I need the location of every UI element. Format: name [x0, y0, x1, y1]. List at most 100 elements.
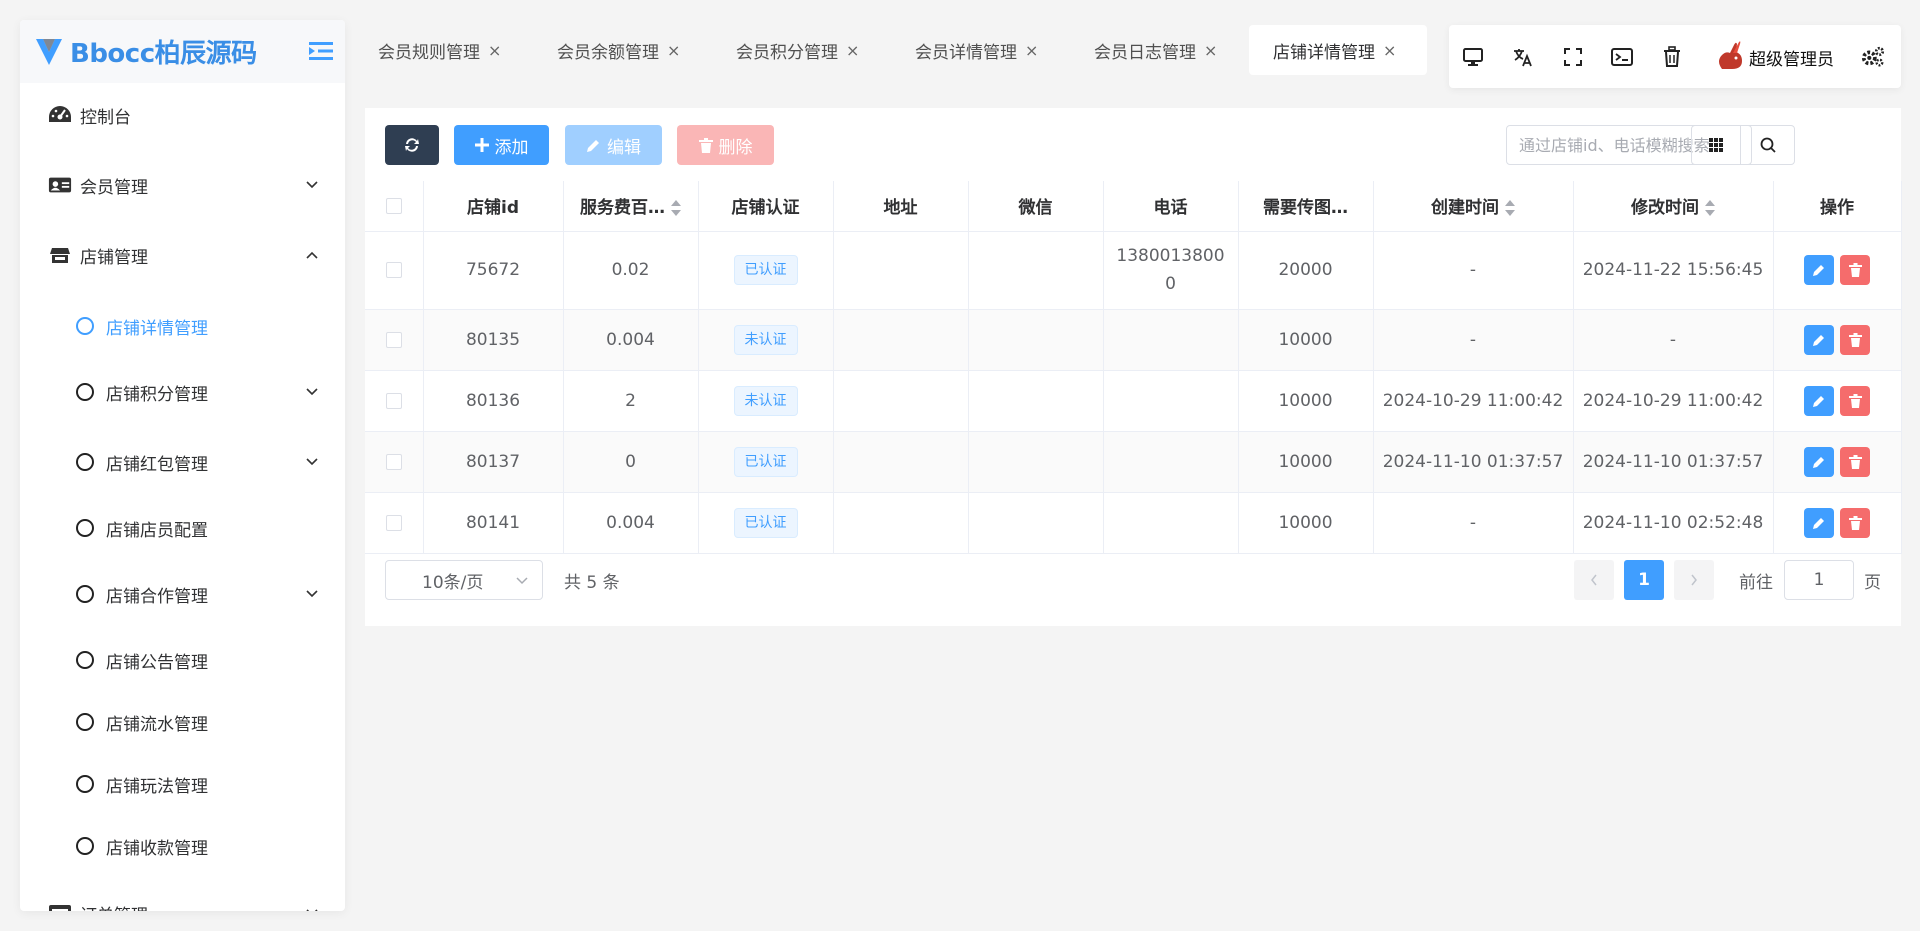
close-icon[interactable]: × — [1204, 41, 1217, 60]
delete-button[interactable]: 删除 — [677, 125, 774, 165]
tab-store-detail[interactable]: 店铺详情管理 × — [1249, 25, 1427, 75]
sort-icon[interactable] — [1505, 200, 1515, 217]
sidebar-subitem-label: 店铺红包管理 — [106, 454, 208, 475]
table-row[interactable]: 80137 0 已认证 10000 2024-11-10 01:37:57 20… — [365, 431, 1902, 493]
sidebar-item-store[interactable]: 店铺管理 — [20, 228, 345, 282]
cell-address — [833, 492, 969, 554]
sidebar-subitem-store-partner[interactable]: 店铺合作管理 — [20, 569, 345, 619]
close-icon[interactable]: × — [1383, 41, 1396, 60]
sidebar-item-label: 控制台 — [80, 107, 131, 128]
row-delete-button[interactable] — [1840, 255, 1870, 285]
table-row[interactable]: 80136 2 未认证 10000 2024-10-29 11:00:42 20… — [365, 370, 1902, 432]
tab-member-detail[interactable]: 会员详情管理 × — [891, 25, 1070, 75]
close-icon[interactable]: × — [667, 41, 680, 60]
row-checkbox[interactable] — [385, 262, 402, 278]
menu-collapse-icon[interactable] — [309, 40, 333, 62]
sidebar-subitem-store-detail[interactable]: 店铺详情管理 — [20, 301, 345, 351]
sidebar-item-order[interactable]: 订单管理 — [20, 886, 345, 911]
translate-icon[interactable] — [1511, 45, 1535, 69]
cell-store-id: 75672 — [423, 231, 564, 310]
cell-phone — [1103, 492, 1239, 554]
sidebar-subitem-store-play[interactable]: 店铺玩法管理 — [20, 759, 345, 809]
sort-icon[interactable] — [671, 200, 681, 217]
tab-label: 店铺详情管理 — [1273, 42, 1375, 63]
total-count: 共 5 条 — [564, 573, 620, 593]
close-icon[interactable]: × — [1025, 41, 1038, 60]
page-number-button[interactable]: 1 — [1624, 560, 1664, 600]
row-edit-button[interactable] — [1804, 446, 1834, 477]
edit-button[interactable]: 编辑 — [565, 125, 662, 165]
sidebar-subitem-store-payment[interactable]: 店铺收款管理 — [20, 821, 345, 871]
avatar[interactable] — [1712, 39, 1746, 73]
settings-icon[interactable] — [1861, 45, 1885, 69]
row-edit-button[interactable] — [1804, 385, 1834, 416]
cell-phone — [1103, 370, 1239, 432]
add-button[interactable]: 添加 — [454, 125, 549, 165]
row-checkbox[interactable] — [385, 392, 402, 409]
close-icon[interactable]: × — [488, 41, 501, 60]
sidebar-item-dashboard[interactable]: 控制台 — [20, 88, 345, 142]
sidebar-subitem-store-flow[interactable]: 店铺流水管理 — [20, 697, 345, 747]
column-header-modified[interactable]: 修改时间 — [1573, 181, 1774, 232]
row-checkbox[interactable] — [385, 453, 402, 470]
tab-member-log[interactable]: 会员日志管理 × — [1070, 25, 1249, 75]
sidebar-subitem-store-notice[interactable]: 店铺公告管理 — [20, 635, 345, 685]
row-checkbox[interactable] — [385, 514, 402, 531]
sidebar-subitem-store-redpacket[interactable]: 店铺红包管理 — [20, 437, 345, 487]
prev-page-button[interactable] — [1574, 560, 1614, 600]
tab-label: 会员详情管理 — [915, 42, 1017, 63]
terminal-icon[interactable] — [1610, 45, 1634, 69]
cell-address — [833, 309, 969, 371]
row-edit-button[interactable] — [1804, 255, 1834, 285]
store-table: 店铺id 服务费百… 店铺认证 地址 微信 电话 需要传图… 创建时间 修改时间… — [365, 181, 1902, 554]
cell-phone: 1380013800 0 — [1103, 231, 1239, 310]
chevron-down-icon — [306, 909, 318, 911]
row-delete-button[interactable] — [1840, 507, 1870, 538]
trash-icon[interactable] — [1660, 45, 1684, 69]
user-name[interactable]: 超级管理员 — [1749, 45, 1834, 70]
tab-label: 会员规则管理 — [378, 42, 480, 63]
row-delete-button[interactable] — [1840, 446, 1870, 477]
sidebar-item-member[interactable]: 会员管理 — [20, 158, 345, 212]
tab-member-rules[interactable]: 会员规则管理 × — [354, 25, 533, 75]
table-row[interactable]: 80141 0.004 已认证 10000 - 2024-11-10 02:52… — [365, 492, 1902, 554]
cell-fee: 0 — [563, 431, 699, 493]
monitor-icon[interactable] — [1461, 45, 1485, 69]
sort-icon[interactable] — [1705, 200, 1715, 217]
circle-icon — [76, 519, 94, 537]
dashboard-icon — [48, 104, 72, 126]
tab-member-balance[interactable]: 会员余额管理 × — [533, 25, 712, 75]
select-all-checkbox[interactable] — [385, 197, 402, 214]
table-row[interactable]: 75672 0.02 已认证 1380013800 0 20000 - 2024-… — [365, 231, 1902, 310]
row-edit-button[interactable] — [1804, 324, 1834, 355]
next-page-button[interactable] — [1674, 560, 1714, 600]
row-edit-button[interactable] — [1804, 507, 1834, 538]
fullscreen-icon[interactable] — [1561, 45, 1585, 69]
page-size-select[interactable]: 10条/页 — [385, 560, 543, 600]
column-header-fee[interactable]: 服务费百… — [563, 181, 699, 232]
row-delete-button[interactable] — [1840, 385, 1870, 416]
cell-wechat — [968, 370, 1104, 432]
grid-icon — [1709, 138, 1723, 152]
chevron-up-icon — [306, 251, 318, 259]
goto-page-input[interactable] — [1784, 560, 1854, 600]
pencil-icon — [1813, 265, 1824, 276]
sidebar-subitem-store-points[interactable]: 店铺积分管理 — [20, 367, 345, 417]
logo-icon — [36, 38, 62, 65]
cell-phone — [1103, 431, 1239, 493]
cell-created: 2024-10-29 11:00:42 — [1373, 370, 1574, 432]
close-icon[interactable]: × — [846, 41, 859, 60]
plus-icon — [474, 138, 489, 152]
sidebar-subitem-store-staff[interactable]: 店铺店员配置 — [20, 503, 345, 553]
search-button[interactable] — [1740, 125, 1795, 165]
column-header-created[interactable]: 创建时间 — [1373, 181, 1574, 232]
tab-member-points[interactable]: 会员积分管理 × — [712, 25, 891, 75]
row-delete-button[interactable] — [1840, 324, 1870, 355]
search-icon — [1760, 137, 1776, 153]
column-toggle-button[interactable] — [1691, 125, 1741, 165]
refresh-button[interactable] — [385, 125, 439, 165]
row-checkbox[interactable] — [385, 331, 402, 348]
table-row[interactable]: 80135 0.004 未认证 10000 - - — [365, 309, 1902, 371]
pencil-icon — [1813, 395, 1824, 407]
cell-actions — [1773, 231, 1902, 310]
